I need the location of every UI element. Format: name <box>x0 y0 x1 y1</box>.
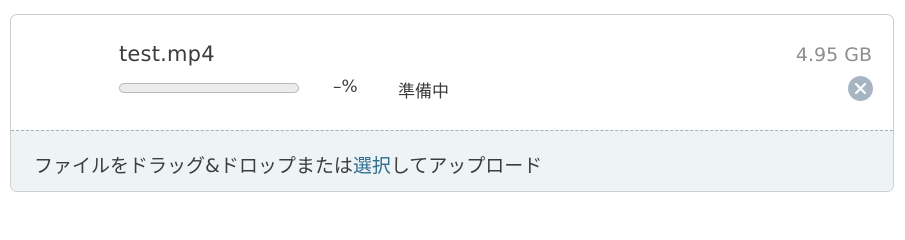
file-item: test.mp4 4.95 GB –% 準備中 <box>11 15 893 130</box>
progress-bar <box>119 83 299 93</box>
drop-zone-text-before: ファイルをドラッグ&ドロップまたは <box>34 155 353 177</box>
file-uploader: test.mp4 4.95 GB –% 準備中 ファイルをドラッグ&ドロップまた… <box>10 14 894 192</box>
upload-status: 準備中 <box>398 82 449 102</box>
progress-percent: –% <box>333 77 358 97</box>
drop-zone-text: ファイルをドラッグ&ドロップまたは選択してアップロード <box>34 151 542 178</box>
close-circle-icon <box>854 82 867 95</box>
file-size: 4.95 GB <box>795 44 872 66</box>
drop-zone[interactable]: ファイルをドラッグ&ドロップまたは選択してアップロード <box>11 130 893 191</box>
file-name: test.mp4 <box>119 42 215 66</box>
drop-zone-text-after: してアップロード <box>390 155 543 177</box>
select-file-link[interactable]: 選択 <box>353 155 391 177</box>
remove-file-button[interactable] <box>848 76 873 101</box>
